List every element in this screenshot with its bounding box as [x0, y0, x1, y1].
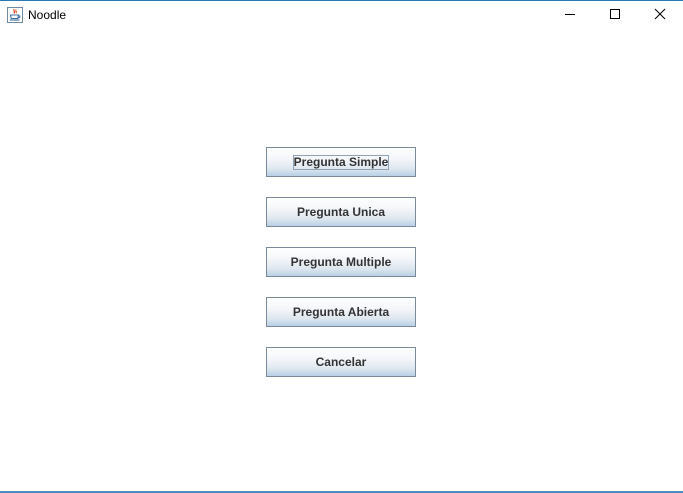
minimize-icon — [564, 7, 576, 25]
close-icon — [654, 7, 666, 25]
pregunta-abierta-button[interactable]: Pregunta Abierta — [266, 297, 416, 327]
window-title: Noodle — [28, 8, 67, 22]
pregunta-multiple-label: Pregunta Multiple — [290, 254, 392, 269]
pregunta-multiple-button[interactable]: Pregunta Multiple — [266, 247, 416, 277]
cancelar-label: Cancelar — [315, 354, 367, 369]
pregunta-unica-label: Pregunta Unica — [296, 204, 386, 219]
close-button[interactable] — [637, 2, 682, 30]
pregunta-simple-label: Pregunta Simple — [292, 154, 390, 170]
pregunta-unica-button[interactable]: Pregunta Unica — [266, 197, 416, 227]
pregunta-simple-button[interactable]: Pregunta Simple — [266, 147, 416, 177]
application-window: Noodle Pregunta Simple Pregunta Unica Pr… — [0, 0, 683, 493]
pregunta-abierta-label: Pregunta Abierta — [292, 304, 390, 319]
minimize-button[interactable] — [547, 2, 592, 30]
maximize-button[interactable] — [592, 2, 637, 30]
java-coffee-cup-icon[interactable] — [7, 7, 23, 23]
cancelar-button[interactable]: Cancelar — [266, 347, 416, 377]
content-panel: Pregunta Simple Pregunta Unica Pregunta … — [0, 30, 683, 491]
maximize-icon — [609, 7, 621, 25]
title-bar[interactable]: Noodle — [0, 1, 683, 30]
